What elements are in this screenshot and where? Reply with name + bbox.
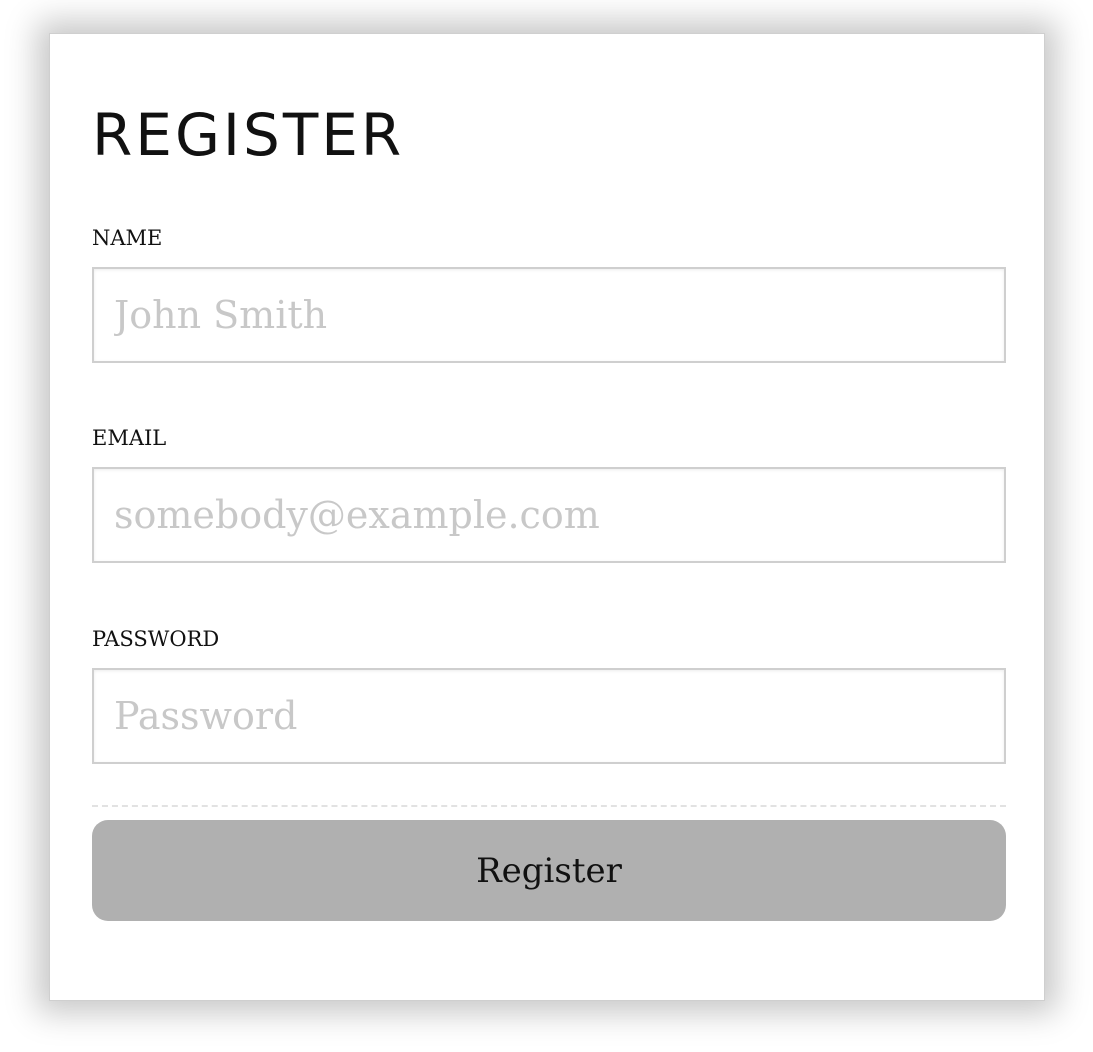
name-input[interactable] <box>92 267 1006 363</box>
name-label: NAME <box>92 226 163 250</box>
password-label: PASSWORD <box>92 627 220 651</box>
email-input[interactable] <box>92 467 1006 563</box>
email-label: EMAIL <box>92 426 167 450</box>
register-card: REGISTER NAME EMAIL PASSWORD Register <box>49 33 1045 1001</box>
register-button[interactable]: Register <box>92 820 1006 921</box>
form-divider <box>92 805 1006 807</box>
password-input[interactable] <box>92 668 1006 764</box>
form-title: REGISTER <box>92 101 405 169</box>
